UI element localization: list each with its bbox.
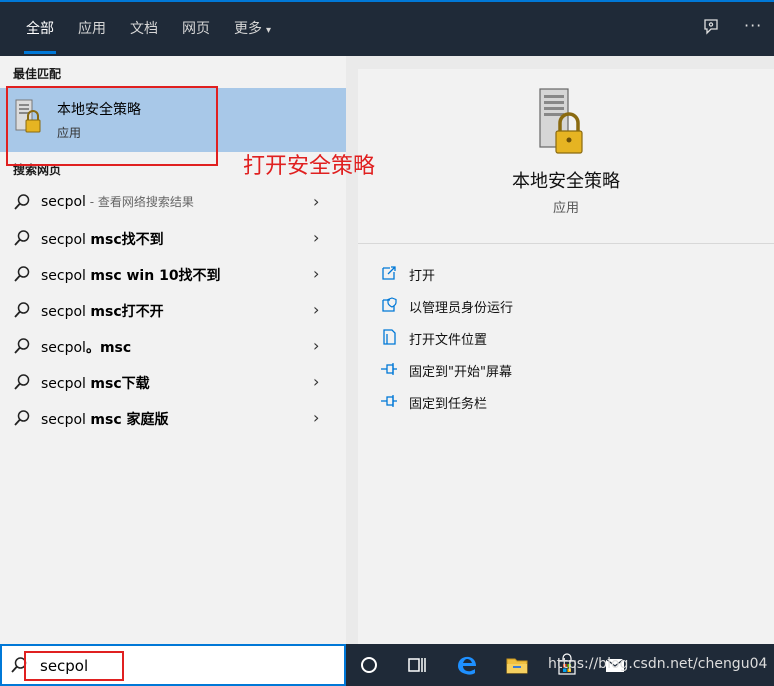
suggestion-query: secpol xyxy=(41,194,86,210)
chevron-right-icon[interactable]: › xyxy=(313,228,319,247)
action-open[interactable]: 打开 xyxy=(380,261,760,285)
suggestion-item[interactable]: secpol。msc › xyxy=(0,328,346,364)
divider xyxy=(358,243,774,244)
chevron-right-icon[interactable]: › xyxy=(313,408,319,427)
open-icon xyxy=(380,264,398,282)
suggestion-item[interactable]: secpol msc win 10找不到 › xyxy=(0,256,346,292)
search-icon xyxy=(13,193,31,211)
tab-more-label: 更多 xyxy=(234,21,262,37)
suggestion-query: secpol xyxy=(41,376,91,392)
file-location-icon xyxy=(380,328,398,346)
pin-icon xyxy=(380,360,398,378)
tab-more[interactable]: 更多 ▾ xyxy=(232,4,273,54)
suggestion-item[interactable]: secpol msc找不到 › xyxy=(0,220,346,256)
chevron-right-icon[interactable]: › xyxy=(313,264,319,283)
suggestion-completion: msc下载 xyxy=(90,376,150,392)
suggestion-query: secpol xyxy=(41,412,91,428)
more-options-icon[interactable]: ··· xyxy=(744,16,762,35)
suggestion-completion: 。msc xyxy=(85,340,132,356)
search-icon xyxy=(13,301,31,319)
suggestion-completion: msc打不开 xyxy=(90,304,164,320)
search-icon xyxy=(13,373,31,391)
detail-app-type: 应用 xyxy=(552,201,579,216)
detail-panel: 本地安全策略 应用 打开 以管理员身份运行 打开文件位置 固定到"开始"屏幕 固… xyxy=(358,69,774,644)
tab-documents[interactable]: 文档 xyxy=(128,4,160,54)
action-open-file-location[interactable]: 打开文件位置 xyxy=(380,325,760,349)
best-match-header: 最佳匹配 xyxy=(13,67,62,81)
search-icon xyxy=(13,409,31,427)
suggestion-query: secpol xyxy=(41,232,91,248)
action-label: 固定到"开始"屏幕 xyxy=(409,365,512,380)
suggestion-query: secpol xyxy=(41,304,91,320)
suggestion-completion: msc 家庭版 xyxy=(90,412,169,428)
suggestion-item[interactable]: secpol - 查看网络搜索结果 › xyxy=(0,184,346,220)
action-pin-to-start[interactable]: 固定到"开始"屏幕 xyxy=(380,357,760,381)
suggestion-completion: msc找不到 xyxy=(90,232,164,248)
file-explorer-icon[interactable] xyxy=(504,652,530,678)
chevron-right-icon[interactable]: › xyxy=(313,192,319,211)
suggestion-completion: msc win 10找不到 xyxy=(90,268,221,284)
detail-app-title: 本地安全策略 xyxy=(512,171,620,192)
action-label: 打开文件位置 xyxy=(409,333,488,348)
tab-all[interactable]: 全部 xyxy=(24,4,56,54)
action-label: 固定到任务栏 xyxy=(409,397,488,412)
admin-shield-icon xyxy=(380,296,398,314)
action-pin-to-taskbar[interactable]: 固定到任务栏 xyxy=(380,389,760,413)
search-tab-bar: 全部 应用 文档 网页 更多 ▾ ··· xyxy=(0,0,774,56)
task-view-icon[interactable] xyxy=(404,652,430,678)
search-icon xyxy=(13,265,31,283)
pin-icon xyxy=(380,392,398,410)
annotation-highlight-box xyxy=(6,86,218,166)
feedback-icon[interactable] xyxy=(702,18,720,40)
watermark-text: https://blog.csdn.net/chengu04 xyxy=(548,656,768,672)
chevron-right-icon[interactable]: › xyxy=(313,300,319,319)
action-label: 打开 xyxy=(409,269,436,284)
annotation-search-box xyxy=(24,651,124,681)
annotation-text: 打开安全策略 xyxy=(243,154,376,179)
action-run-as-admin[interactable]: 以管理员身份运行 xyxy=(380,293,760,317)
tab-apps[interactable]: 应用 xyxy=(76,4,108,54)
chevron-right-icon[interactable]: › xyxy=(313,336,319,355)
action-label: 以管理员身份运行 xyxy=(409,301,514,316)
suggestion-query: secpol xyxy=(41,340,86,356)
tab-web[interactable]: 网页 xyxy=(180,4,212,54)
search-icon xyxy=(13,229,31,247)
suggestion-item[interactable]: secpol msc 家庭版 › xyxy=(0,400,346,436)
suggestion-query: secpol xyxy=(41,268,91,284)
cortana-icon[interactable] xyxy=(356,652,382,678)
chevron-down-icon: ▾ xyxy=(266,25,272,36)
suggestion-subtext: - 查看网络搜索结果 xyxy=(85,195,194,209)
search-icon xyxy=(13,337,31,355)
edge-browser-icon[interactable] xyxy=(454,652,480,678)
chevron-right-icon[interactable]: › xyxy=(313,372,319,391)
suggestion-item[interactable]: secpol msc打不开 › xyxy=(0,292,346,328)
security-policy-app-icon xyxy=(528,87,592,159)
suggestion-item[interactable]: secpol msc下载 › xyxy=(0,364,346,400)
